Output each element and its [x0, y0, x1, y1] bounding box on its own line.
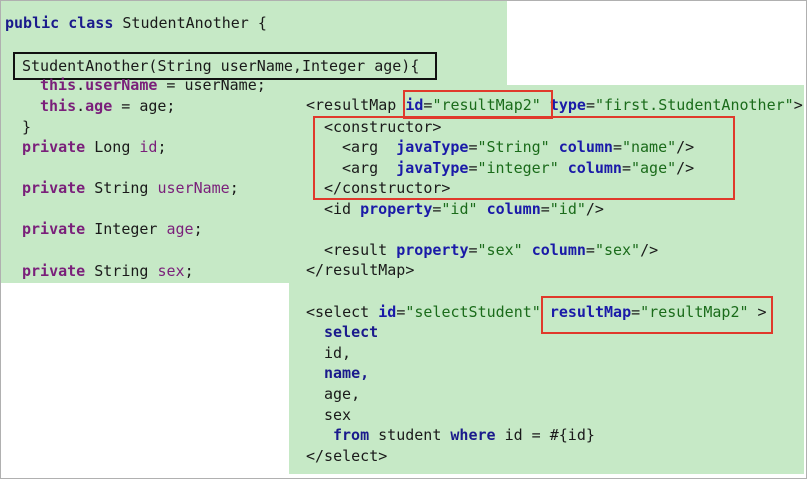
xml-arg-age-line: <arg javaType="integer" column="age"/>: [342, 159, 695, 177]
xml-constructor-open: <constructor>: [324, 118, 442, 136]
sql-from-line: from student where id = #{id}: [333, 426, 595, 444]
sql-col-age: age,: [324, 385, 361, 403]
java-close-brace: }: [22, 118, 32, 136]
java-field-username: private String userName;: [22, 179, 239, 197]
java-field-id: private Long id;: [22, 138, 167, 156]
xml-id-line: <id property="id" column="id"/>: [324, 200, 604, 218]
sql-col-sex: sex: [324, 406, 352, 424]
xml-resultmap-close: </resultMap>: [306, 261, 415, 279]
select-resultmap-highlight-box: [541, 296, 773, 334]
sql-col-id: id,: [324, 344, 352, 362]
xml-result-line: <result property="sex" column="sex"/>: [324, 241, 659, 259]
java-constructor-line: StudentAnother(String userName,Integer a…: [22, 57, 420, 75]
java-field-sex: private String sex;: [22, 262, 194, 280]
sql-col-name: name,: [324, 364, 370, 382]
sql-select: select: [324, 323, 379, 341]
xml-resultmap-open-line: <resultMap id="resultMap2" type="first.S…: [306, 96, 803, 114]
xml-arg-name-line: <arg javaType="String" column="name"/>: [342, 138, 695, 156]
resultmap-id-highlight-box: [403, 90, 553, 119]
java-class-line: public class StudentAnother {: [5, 14, 267, 32]
xml-select-close: </select>: [306, 447, 388, 465]
java-field-age: private Integer age;: [22, 220, 203, 238]
java-this-username-line: this.userName = userName;: [40, 76, 266, 94]
xml-constructor-close: </constructor>: [324, 179, 451, 197]
java-this-age-line: this.age = age;: [40, 97, 176, 115]
